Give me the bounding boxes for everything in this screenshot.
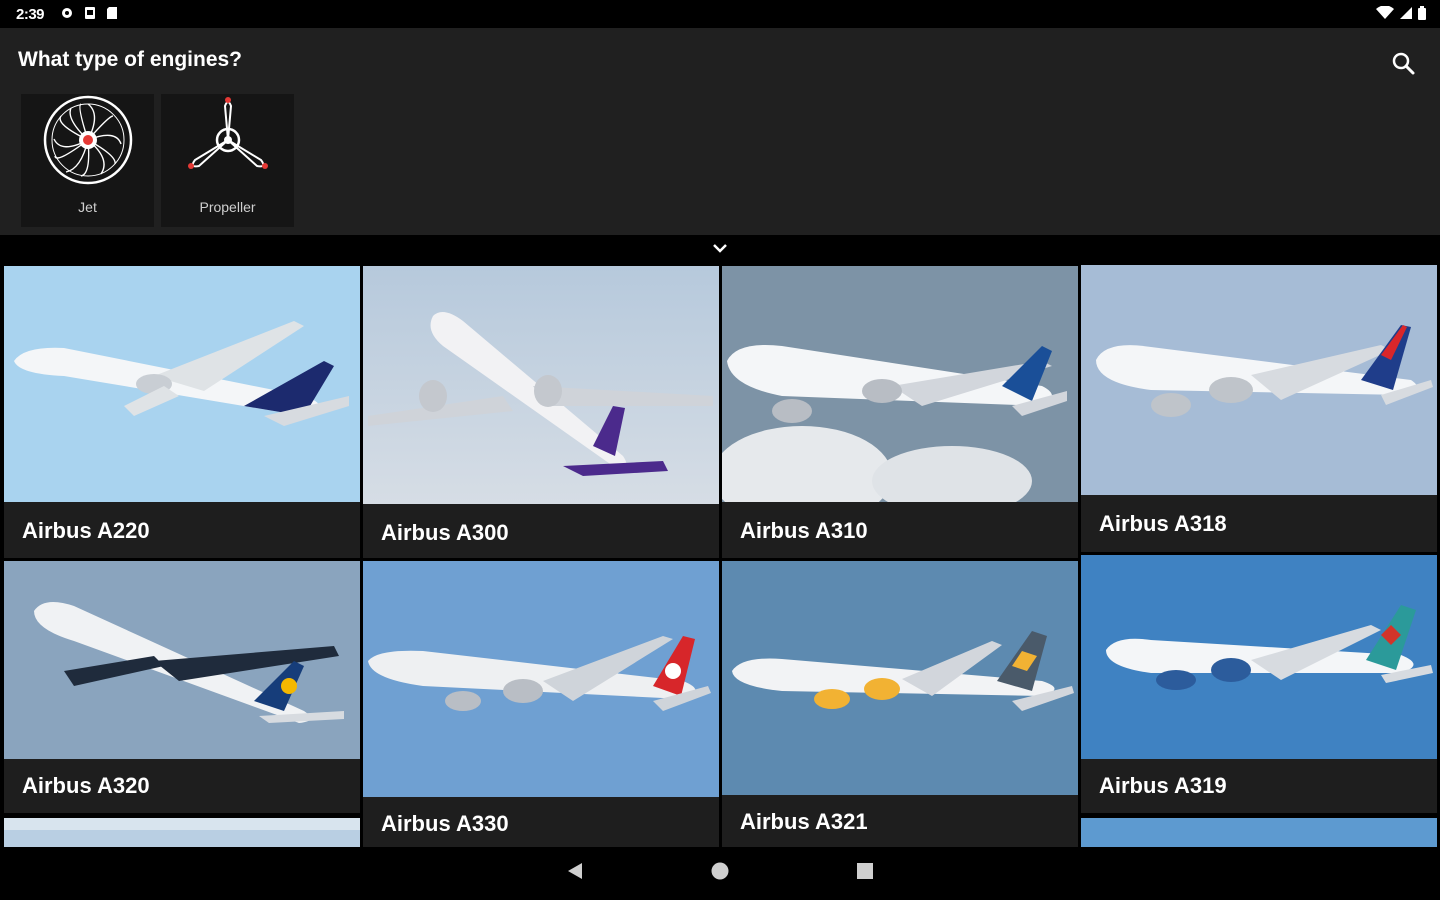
- home-icon: [711, 862, 729, 880]
- aircraft-card-partial[interactable]: [4, 818, 360, 847]
- aircraft-photo: [722, 561, 1078, 797]
- aircraft-photo: [363, 266, 719, 504]
- propeller-icon: [188, 97, 268, 169]
- aircraft-photo: [1081, 555, 1437, 759]
- chevron-down-icon: [713, 244, 727, 253]
- aircraft-name: Airbus A319: [1081, 759, 1437, 813]
- jet-engine-icon: [43, 95, 133, 185]
- aircraft-card-partial[interactable]: [1081, 818, 1437, 847]
- aircraft-photo: [722, 266, 1078, 502]
- aircraft-card-a318[interactable]: Airbus A318: [1081, 265, 1437, 552]
- search-icon: [1392, 52, 1415, 75]
- filter-title: What type of engines?: [18, 48, 243, 71]
- aircraft-name: Airbus A330: [363, 797, 719, 847]
- aircraft-name: Airbus A320: [4, 759, 360, 813]
- back-icon: [568, 863, 582, 879]
- aircraft-name: Airbus A310: [722, 504, 1078, 558]
- aircraft-photo: [4, 561, 360, 759]
- expand-filter-button[interactable]: [0, 235, 1440, 262]
- aircraft-card-a321[interactable]: Airbus A321: [722, 561, 1078, 847]
- aircraft-card-a330[interactable]: Airbus A330: [363, 561, 719, 847]
- recents-icon: [857, 863, 873, 879]
- battery-icon: [1418, 6, 1426, 20]
- aircraft-photo: [4, 266, 360, 502]
- aircraft-card-a320[interactable]: Airbus A320: [4, 561, 360, 813]
- recents-button[interactable]: [855, 861, 875, 886]
- aircraft-photo: [1081, 265, 1437, 495]
- system-icons: [1376, 6, 1426, 20]
- navigation-bar: [0, 847, 1440, 900]
- aircraft-name: Airbus A300: [363, 506, 719, 558]
- aircraft-card-a220[interactable]: Airbus A220: [4, 266, 360, 558]
- engine-option-propeller[interactable]: Propeller: [161, 94, 294, 227]
- engine-label-jet: Jet: [78, 199, 97, 215]
- notification-icons: [60, 6, 118, 20]
- status-time: 2:39: [16, 6, 45, 23]
- aircraft-photo: [363, 561, 719, 799]
- aircraft-photo: [1081, 818, 1437, 847]
- aircraft-grid: Airbus A220 Airbus A300 Airbus A310 Airb…: [0, 262, 1440, 847]
- engine-filter-panel: What type of engines? Jet Propeller: [0, 28, 1440, 235]
- engine-option-jet[interactable]: Jet: [21, 94, 154, 227]
- search-button[interactable]: [1390, 50, 1418, 78]
- settings-icon: [62, 8, 72, 18]
- aircraft-card-a300[interactable]: Airbus A300: [363, 266, 719, 558]
- aircraft-photo: [4, 818, 360, 847]
- signal-icon: [1400, 7, 1412, 19]
- clipboard-icon: [107, 7, 117, 19]
- back-button[interactable]: [566, 861, 584, 886]
- home-button[interactable]: [710, 861, 730, 886]
- sd-card-icon: [85, 7, 95, 19]
- aircraft-name: Airbus A321: [722, 795, 1078, 847]
- wifi-icon: [1376, 6, 1394, 19]
- status-bar: 2:39: [0, 0, 1440, 28]
- engine-label-propeller: Propeller: [199, 199, 256, 215]
- aircraft-card-a319[interactable]: Airbus A319: [1081, 555, 1437, 813]
- aircraft-name: Airbus A318: [1081, 497, 1437, 551]
- aircraft-card-a310[interactable]: Airbus A310: [722, 266, 1078, 558]
- aircraft-name: Airbus A220: [4, 504, 360, 558]
